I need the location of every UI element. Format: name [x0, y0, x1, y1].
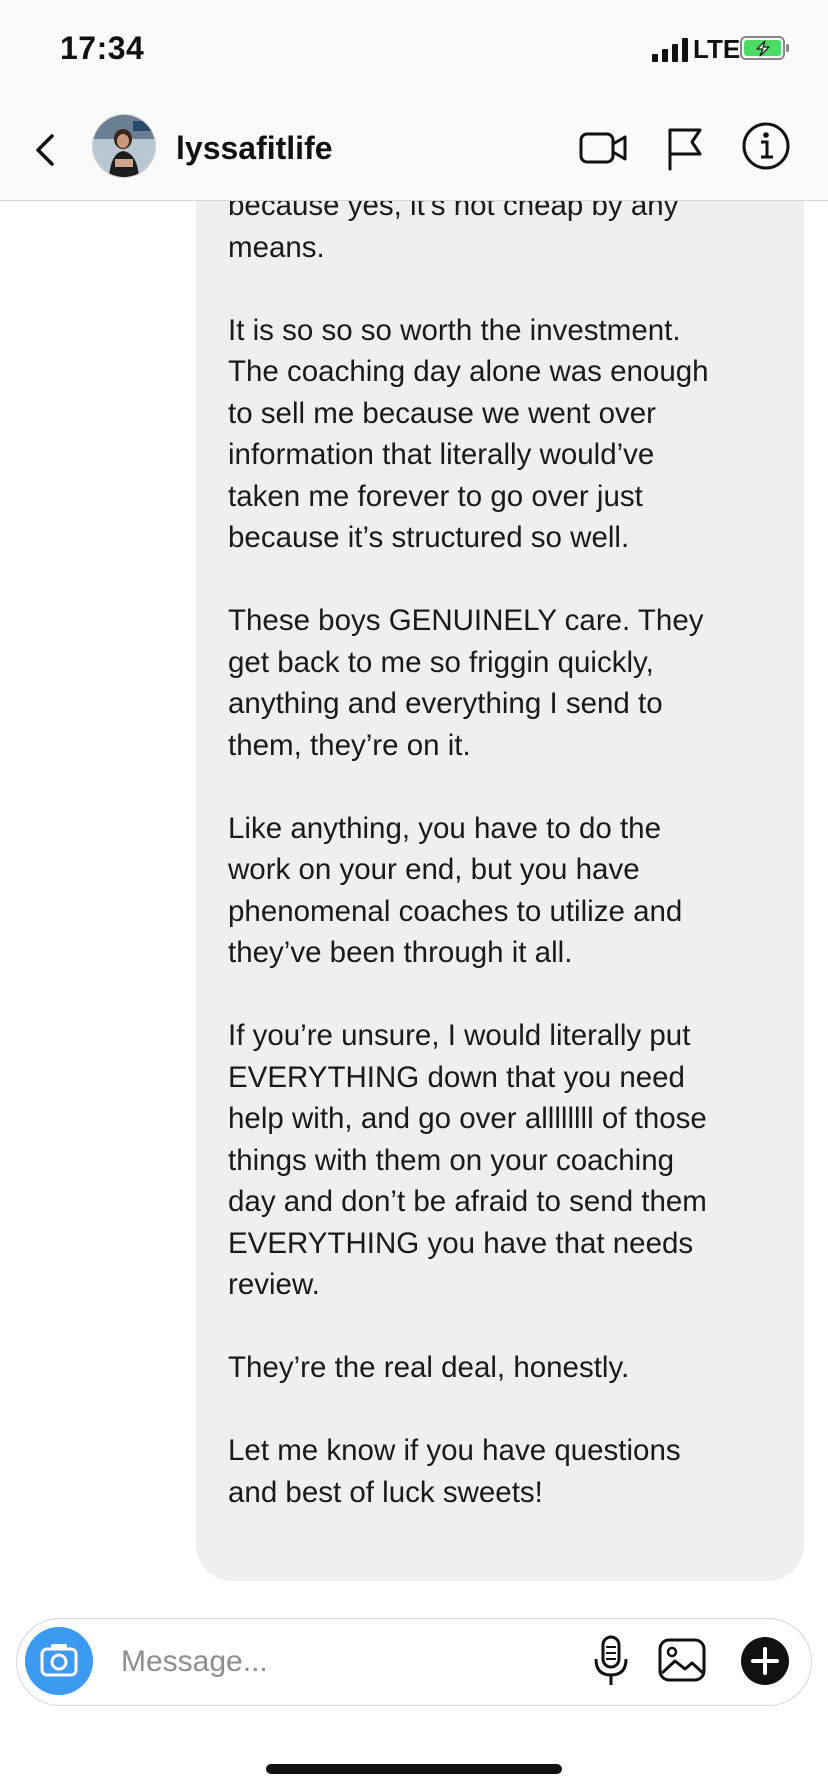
message-line: EVERYTHING you have that needs [228, 1226, 694, 1260]
message-line: them, they’re on it. [228, 728, 471, 762]
message-line: anything and everything I send to [228, 687, 663, 720]
message-line: they’ve been through it all. [228, 936, 573, 969]
camera-button[interactable] [25, 1627, 93, 1695]
plus-icon[interactable] [739, 1635, 791, 1687]
message-line: means. [228, 230, 325, 264]
gallery-icon[interactable] [657, 1635, 707, 1685]
signal-bars-icon [652, 38, 688, 62]
message-text: because yes, it’s not cheap by any means… [228, 201, 788, 1513]
message-line: get back to me so friggin quickly, [228, 645, 654, 679]
back-chevron-icon[interactable] [24, 122, 68, 178]
home-indicator [266, 1764, 562, 1774]
message-line: The coaching day alone was enough [228, 355, 709, 388]
message-line: review. [228, 1268, 320, 1301]
avatar[interactable] [92, 114, 156, 178]
message-line: These boys GENUINELY care. They [228, 604, 704, 637]
video-call-icon[interactable] [578, 126, 630, 170]
network-type: LTE [693, 34, 741, 64]
message-line: Like anything, you have to do the [228, 811, 661, 845]
message-thread: because yes, it’s not cheap by any means… [0, 201, 828, 1601]
flag-icon[interactable] [664, 124, 706, 172]
message-line: because it’s structured so well. [228, 521, 630, 554]
message-line: work on your end, but you have [228, 853, 640, 886]
message-input[interactable] [119, 1635, 583, 1689]
message-line: help with, and go over allllllll of thos… [228, 1102, 707, 1135]
microphone-icon[interactable] [591, 1633, 631, 1689]
message-line: It is so so so worth the investment. [228, 313, 681, 347]
battery-charging-icon [740, 36, 789, 60]
camera-icon [40, 1644, 78, 1677]
message-line: They’re the real deal, honestly. [228, 1351, 630, 1384]
status-bar: 17:34 LTE [0, 0, 828, 100]
message-line: Let me know if you have questions [228, 1434, 681, 1467]
message-line: If you’re unsure, I would literally put [228, 1019, 691, 1052]
message-line: things with them on your coaching [228, 1143, 675, 1177]
message-line: to sell me because we went over [228, 396, 656, 430]
chat-header: lyssafitlife [0, 100, 828, 201]
message-line: day and don’t be afraid to send them [228, 1185, 707, 1218]
message-line: information that literally would’ve [228, 438, 655, 471]
info-icon[interactable] [740, 120, 792, 172]
status-time: 17:34 [60, 30, 145, 66]
message-line: EVERYTHING down that you need [228, 1060, 685, 1094]
message-line: and best of luck sweets! [228, 1475, 543, 1509]
message-composer [16, 1618, 812, 1706]
message-bubble[interactable]: because yes, it’s not cheap by any means… [196, 201, 804, 1581]
message-line: taken me forever to go over just [228, 479, 643, 513]
message-line: phenomenal coaches to utilize and [228, 894, 683, 928]
chat-username[interactable]: lyssafitlife [176, 130, 333, 167]
message-line: because yes, it’s not cheap by any [228, 201, 679, 222]
